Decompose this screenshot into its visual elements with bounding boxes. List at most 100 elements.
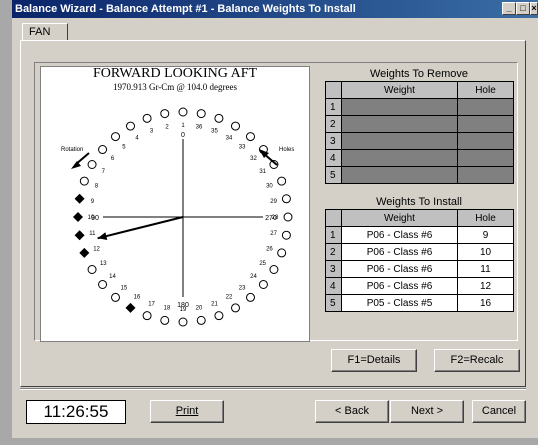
hole-number-6: 6 xyxy=(111,156,115,162)
hole-26 xyxy=(277,248,287,258)
hole-cell[interactable]: 10 xyxy=(457,243,514,261)
hole-number-31: 31 xyxy=(259,169,266,175)
hole-number-17: 17 xyxy=(148,301,155,307)
hole-27 xyxy=(281,230,291,240)
maximize-button[interactable]: □ xyxy=(516,2,530,15)
install-col-weight: Weight xyxy=(341,209,458,227)
hole-21 xyxy=(214,311,224,321)
footer-separator xyxy=(20,388,526,390)
hole-25 xyxy=(269,265,279,274)
hole-number-3: 3 xyxy=(150,129,154,135)
hole-cell[interactable]: 9 xyxy=(457,226,514,244)
remove-col-weight: Weight xyxy=(341,81,458,99)
holes-label: Holes xyxy=(279,147,294,153)
bottom-shadow xyxy=(0,438,538,445)
weight-marker-hole-11 xyxy=(74,230,85,241)
minimize-button[interactable]: _ xyxy=(502,2,516,15)
table-row[interactable]: 2 xyxy=(325,115,514,133)
remove-col-hole: Hole xyxy=(457,81,514,99)
table-row[interactable]: 1 P06 - Class #6 9 xyxy=(325,226,514,244)
hole-number-11: 11 xyxy=(89,231,96,237)
hole-number-29: 29 xyxy=(270,199,277,205)
weight-cell[interactable]: P06 - Class #6 xyxy=(341,260,458,278)
hole-2 xyxy=(160,109,170,119)
recalc-button[interactable]: F2=Recalc xyxy=(434,349,520,372)
print-button[interactable]: Print xyxy=(150,400,224,423)
hole-number-24: 24 xyxy=(250,274,257,280)
table-row[interactable]: 5 xyxy=(325,166,514,184)
hole-number-7: 7 xyxy=(102,169,106,175)
weight-marker-hole-12 xyxy=(79,247,90,258)
left-shadow xyxy=(0,0,12,445)
hole-number-20: 20 xyxy=(196,306,203,312)
title-bar[interactable]: Balance Wizard - Balance Attempt #1 - Ba… xyxy=(12,0,538,18)
print-button-label: Print xyxy=(175,405,199,417)
hole-7 xyxy=(87,160,97,169)
weights-to-remove-title: Weights To Remove xyxy=(369,68,469,80)
hole-8 xyxy=(79,176,89,186)
hole-24 xyxy=(258,279,268,289)
clock-display: 11:26:55 xyxy=(26,400,126,424)
hole-cell[interactable]: 11 xyxy=(457,260,514,278)
hole-14 xyxy=(98,279,108,289)
cancel-button[interactable]: Cancel xyxy=(472,400,526,423)
hole-20 xyxy=(196,315,206,325)
hole-19 xyxy=(178,317,188,327)
table-row[interactable]: 4 P06 - Class #6 12 xyxy=(325,277,514,295)
weights-to-remove-table[interactable]: Weight Hole 1 2 3 4 5 xyxy=(325,81,514,184)
table-row[interactable]: 4 xyxy=(325,149,514,167)
weight-cell[interactable]: P05 - Class #5 xyxy=(341,294,458,312)
hole-diagram: 090180270123456789101112131415161718 19 20… xyxy=(61,107,294,327)
hole-5 xyxy=(111,132,121,142)
table-row[interactable]: 3 P06 - Class #6 11 xyxy=(325,260,514,278)
next-button[interactable]: Next > xyxy=(390,400,464,423)
hole-number-19: 19 xyxy=(180,307,187,313)
weight-cell[interactable]: P06 - Class #6 xyxy=(341,277,458,295)
rotation-label: Rotation xyxy=(61,147,83,153)
table-row[interactable]: 5 P05 - Class #5 16 xyxy=(325,294,514,312)
weights-to-remove-panel: Weights To Remove Weight Hole 1 2 3 4 5 xyxy=(317,66,521,190)
hole-3 xyxy=(142,113,152,123)
hole-33 xyxy=(245,132,255,142)
weight-cell[interactable]: P06 - Class #6 xyxy=(341,226,458,244)
hole-number-35: 35 xyxy=(211,129,218,135)
hole-number-16: 16 xyxy=(134,295,141,301)
hole-number-36: 36 xyxy=(196,124,203,130)
hole-30 xyxy=(277,176,287,186)
hole-cell[interactable]: 12 xyxy=(457,277,514,295)
hole-number-15: 15 xyxy=(121,285,128,291)
back-button[interactable]: < Back xyxy=(315,400,389,423)
hole-34 xyxy=(231,121,240,131)
hole-number-1: 1 xyxy=(181,123,185,129)
hole-number-9: 9 xyxy=(91,199,95,205)
table-row[interactable]: 3 xyxy=(325,132,514,150)
table-row[interactable]: 1 xyxy=(325,98,514,116)
hole-15 xyxy=(111,292,121,302)
hole-cell[interactable]: 16 xyxy=(457,294,514,312)
hole-13 xyxy=(87,265,97,274)
hole-number-22: 22 xyxy=(226,295,233,301)
weight-cell[interactable]: P06 - Class #6 xyxy=(341,243,458,261)
hole-number-27: 27 xyxy=(270,231,277,237)
hole-18 xyxy=(160,315,170,325)
hole-number-13: 13 xyxy=(100,261,107,267)
weight-marker-hole-16 xyxy=(125,302,136,313)
table-row[interactable]: 2 P06 - Class #6 10 xyxy=(325,243,514,261)
hole-number-18: 18 xyxy=(164,306,171,312)
close-button[interactable]: × xyxy=(530,2,538,15)
tab-fan[interactable]: FAN xyxy=(22,23,68,41)
hole-number-28: 28 xyxy=(272,215,279,221)
hole-22 xyxy=(231,303,240,313)
hole-number-33: 33 xyxy=(239,145,246,151)
hole-number-2: 2 xyxy=(165,124,169,130)
hole-28 xyxy=(283,212,293,222)
weight-marker-hole-10 xyxy=(73,212,83,222)
balance-dial: FORWARD LOOKING AFT 1970.913 Gr-Cm @ 104… xyxy=(40,66,310,342)
hole-number-14: 14 xyxy=(109,274,116,280)
weights-to-install-title: Weights To Install xyxy=(376,196,462,208)
details-button[interactable]: F1=Details xyxy=(331,349,417,372)
hole-number-25: 25 xyxy=(259,261,266,267)
weights-to-install-table[interactable]: Weight Hole 1 P06 - Class #6 9 2 P06 - Clas… xyxy=(325,209,514,312)
hole-number-5: 5 xyxy=(122,145,126,151)
hole-36 xyxy=(196,109,206,119)
